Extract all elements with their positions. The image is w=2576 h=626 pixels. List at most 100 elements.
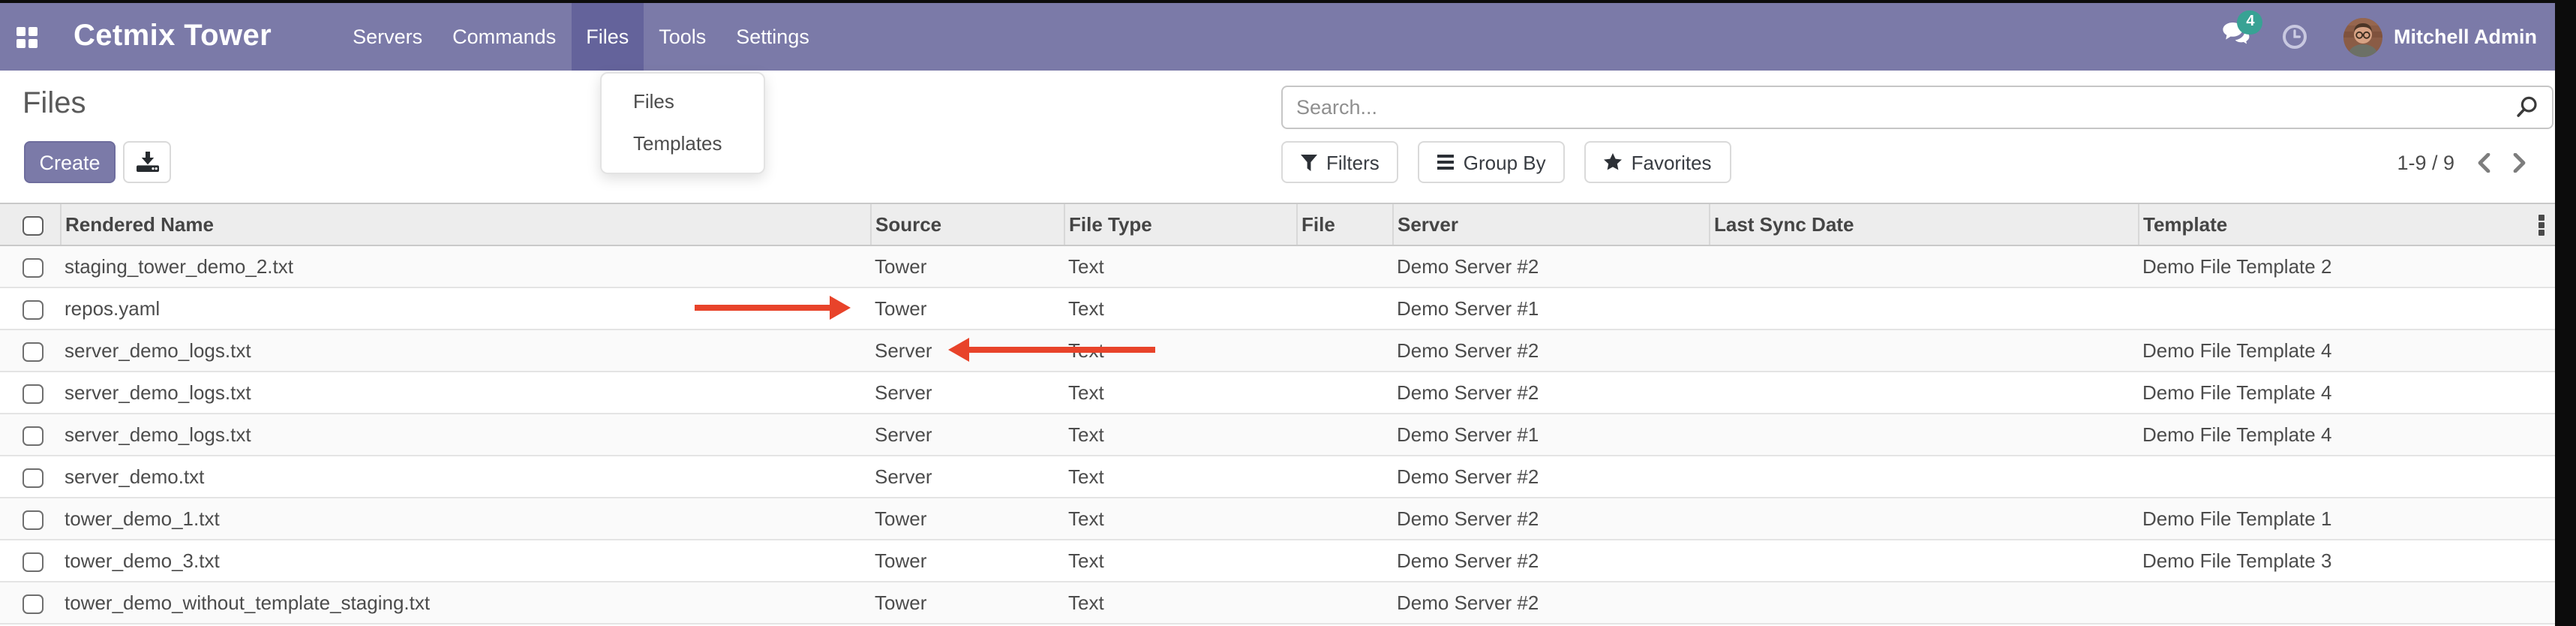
filter-bar: Filters Group By Favorites <box>1281 141 1731 183</box>
row-checkbox[interactable] <box>23 552 43 572</box>
cell-rendered-name: server_demo_logs.txt <box>60 372 870 414</box>
menu-commands[interactable]: Commands <box>437 3 571 71</box>
user-avatar[interactable] <box>2344 17 2383 56</box>
cell-select <box>0 287 60 330</box>
table-row[interactable]: server_demo.txt Server Text Demo Server … <box>0 456 2555 498</box>
export-button[interactable] <box>123 141 171 183</box>
dropdown-item-templates[interactable]: Templates <box>602 123 764 165</box>
app-window: Cetmix Tower Servers Commands Files Tool… <box>0 0 2576 626</box>
filters-label: Filters <box>1326 151 1380 173</box>
cell-server: Demo Server #2 <box>1392 498 1709 540</box>
filters-button[interactable]: Filters <box>1281 141 1399 183</box>
create-button[interactable]: Create <box>24 141 116 183</box>
cell-file <box>1296 540 1392 582</box>
cell-file-type: Text <box>1064 372 1296 414</box>
search-input[interactable] <box>1283 96 2516 119</box>
col-file[interactable]: File <box>1296 203 1392 245</box>
group-by-label: Group By <box>1464 151 1546 173</box>
cell-file-type: Text <box>1064 498 1296 540</box>
cell-server: Demo Server #2 <box>1392 330 1709 372</box>
chevron-left-icon[interactable] <box>2477 152 2490 172</box>
cell-file <box>1296 330 1392 372</box>
window-edge-right <box>2555 0 2576 626</box>
cell-rendered-name: tower_demo_without_template_staging.txt <box>60 582 870 624</box>
chevron-right-icon[interactable] <box>2513 152 2526 172</box>
cell-server: Demo Server #2 <box>1392 540 1709 582</box>
pager: 1-9 / 9 <box>2397 141 2526 183</box>
cell-rendered-name: staging_tower_demo_2.txt <box>60 245 870 287</box>
cell-template <box>2138 582 2555 624</box>
star-icon <box>1605 153 1623 171</box>
col-source[interactable]: Source <box>870 203 1064 245</box>
cell-template: Demo File Template 1 <box>2138 498 2555 540</box>
col-file-type[interactable]: File Type <box>1064 203 1296 245</box>
cell-template: Demo File Template 4 <box>2138 372 2555 414</box>
search-icon[interactable] <box>2516 96 2538 119</box>
cell-template <box>2138 456 2555 498</box>
table-row[interactable]: tower_demo_1.txt Tower Text Demo Server … <box>0 498 2555 540</box>
cell-server: Demo Server #2 <box>1392 456 1709 498</box>
table-row[interactable]: tower_demo_3.txt Tower Text Demo Server … <box>0 540 2555 582</box>
cell-template: Demo File Template 4 <box>2138 414 2555 456</box>
table-row[interactable]: server_demo_logs.txt Server Text Demo Se… <box>0 372 2555 414</box>
table-row[interactable]: staging_tower_demo_2.txt Tower Text Demo… <box>0 245 2555 287</box>
cell-file-type: Text <box>1064 414 1296 456</box>
cell-template <box>2138 287 2555 330</box>
cell-file-type: Text <box>1064 245 1296 287</box>
cell-select <box>0 456 60 498</box>
apps-menu-icon[interactable] <box>17 26 38 47</box>
table-row[interactable]: server_demo_logs.txt Server Text Demo Se… <box>0 414 2555 456</box>
menu-settings[interactable]: Settings <box>721 3 824 71</box>
cell-file-type: Text <box>1064 540 1296 582</box>
cell-rendered-name: tower_demo_1.txt <box>60 498 870 540</box>
cell-last-sync-date <box>1709 245 2138 287</box>
cell-select <box>0 372 60 414</box>
user-menu[interactable]: Mitchell Admin <box>2394 26 2537 48</box>
favorites-button[interactable]: Favorites <box>1585 141 1731 183</box>
row-checkbox[interactable] <box>23 299 43 320</box>
cell-last-sync-date <box>1709 330 2138 372</box>
dropdown-item-files[interactable]: Files <box>602 81 764 123</box>
row-checkbox[interactable] <box>23 384 43 404</box>
cell-source: Server <box>870 456 1064 498</box>
search-bar <box>1281 86 2553 129</box>
brand-title[interactable]: Cetmix Tower <box>74 20 272 54</box>
main-menu: Servers Commands Files Tools Settings <box>338 3 824 71</box>
col-template[interactable]: Template <box>2138 203 2555 245</box>
table-row[interactable]: tower_demo_without_template_staging.txt … <box>0 582 2555 624</box>
cell-rendered-name: server_demo_logs.txt <box>60 414 870 456</box>
table-row[interactable]: repos.yaml Tower Text Demo Server #1 <box>0 287 2555 330</box>
select-all-checkbox[interactable] <box>23 215 43 236</box>
table-row[interactable]: server_demo_logs.txt Server Text Demo Se… <box>0 330 2555 372</box>
cell-select <box>0 540 60 582</box>
top-navbar: Cetmix Tower Servers Commands Files Tool… <box>0 3 2555 71</box>
menu-tools[interactable]: Tools <box>644 3 721 71</box>
row-checkbox[interactable] <box>23 342 43 362</box>
row-checkbox[interactable] <box>23 257 43 278</box>
cell-file-type: Text <box>1064 456 1296 498</box>
activity-clock-icon[interactable] <box>2283 24 2308 50</box>
menu-files[interactable]: Files <box>571 3 644 71</box>
cell-template: Demo File Template 2 <box>2138 245 2555 287</box>
cell-file <box>1296 582 1392 624</box>
col-last-sync-date[interactable]: Last Sync Date <box>1709 203 2138 245</box>
select-all-header <box>0 203 60 245</box>
cell-rendered-name: tower_demo_3.txt <box>60 540 870 582</box>
optional-columns-toggle-icon[interactable] <box>2538 215 2544 235</box>
cell-source: Tower <box>870 540 1064 582</box>
group-by-button[interactable]: Group By <box>1419 141 1566 183</box>
col-server[interactable]: Server <box>1392 203 1709 245</box>
window-edge-top <box>0 0 2576 3</box>
messages-icon[interactable]: 4 <box>2223 20 2253 53</box>
row-checkbox[interactable] <box>23 468 43 488</box>
row-checkbox[interactable] <box>23 594 43 614</box>
row-checkbox[interactable] <box>23 426 43 446</box>
row-checkbox[interactable] <box>23 510 43 530</box>
cell-file <box>1296 287 1392 330</box>
menu-servers[interactable]: Servers <box>338 3 437 71</box>
col-rendered-name[interactable]: Rendered Name <box>60 203 870 245</box>
files-list-view: Rendered Name Source File Type File Serv… <box>0 203 2555 624</box>
cell-source: Server <box>870 372 1064 414</box>
cell-server: Demo Server #2 <box>1392 582 1709 624</box>
cell-last-sync-date <box>1709 540 2138 582</box>
